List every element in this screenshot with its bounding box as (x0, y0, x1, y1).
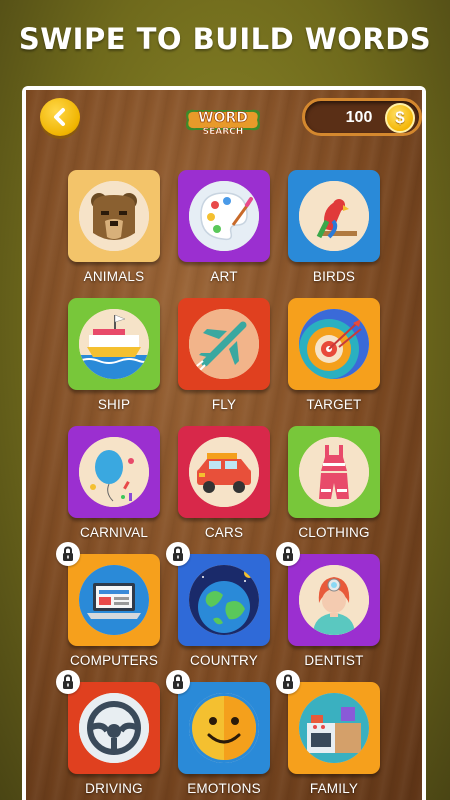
category-label: COUNTRY (190, 653, 258, 668)
category-board: WORD SEARCH 100 $ ANIMALS ART BIRDS SHIP FLY… (26, 90, 422, 800)
lock-icon (283, 546, 293, 561)
category-tile-carnival[interactable] (68, 426, 160, 518)
category-label: DENTIST (304, 653, 364, 668)
lock-icon (63, 674, 73, 689)
category-tile-fly[interactable] (178, 298, 270, 390)
category-tile-country[interactable] (178, 554, 270, 646)
category-label: TARGET (306, 397, 362, 412)
category-label: CLOTHING (298, 525, 370, 540)
lock-badge (56, 542, 80, 566)
category-tile-target[interactable] (288, 298, 380, 390)
globe-icon (189, 565, 259, 635)
palette-icon (189, 181, 259, 251)
category-tile-driving[interactable] (68, 682, 160, 774)
ship-icon (79, 309, 149, 379)
kitchen-icon (299, 693, 369, 763)
chevron-left-icon (54, 108, 65, 126)
logo-search: SEARCH (203, 127, 244, 137)
lock-badge (276, 542, 300, 566)
category-tile-cars[interactable] (178, 426, 270, 518)
category-label: SHIP (97, 397, 131, 412)
category-tile-birds[interactable] (288, 170, 380, 262)
category-tile-art[interactable] (178, 170, 270, 262)
steering-wheel-icon (79, 693, 149, 763)
category-label: DRIVING (85, 781, 143, 796)
lock-badge (166, 542, 190, 566)
bear-icon (79, 181, 149, 251)
word-search-logo: WORD SEARCH (186, 110, 260, 137)
lock-icon (173, 674, 183, 689)
lock-icon (173, 546, 183, 561)
parrot-icon (299, 181, 369, 251)
category-tile-ship[interactable] (68, 298, 160, 390)
coin-icon: $ (385, 103, 415, 133)
category-tile-dentist[interactable] (288, 554, 380, 646)
lock-badge (166, 670, 190, 694)
category-label: EMOTIONS (187, 781, 261, 796)
category-tile-animals[interactable] (68, 170, 160, 262)
category-label: COMPUTERS (69, 653, 159, 668)
laptop-icon (79, 565, 149, 635)
lock-badge (276, 670, 300, 694)
category-label: ART (210, 269, 238, 284)
logo-word: WORD (198, 110, 248, 126)
car-icon (189, 437, 259, 507)
lock-icon (283, 674, 293, 689)
headline: SWIPE TO BUILD WORDS (18, 22, 432, 56)
category-tile-clothing[interactable] (288, 426, 380, 518)
category-tile-family[interactable] (288, 682, 380, 774)
category-label: CARS (204, 525, 244, 540)
category-label: FLY (211, 397, 237, 412)
coin-amount: 100 (345, 109, 373, 126)
dentist-icon (299, 565, 369, 635)
smiley-icon (189, 693, 259, 763)
lock-icon (63, 546, 73, 561)
back-button[interactable] (40, 98, 80, 136)
coin-balance[interactable]: 100 $ (302, 98, 422, 136)
category-label: CARNIVAL (79, 525, 149, 540)
dress-icon (299, 437, 369, 507)
category-tile-emotions[interactable] (178, 682, 270, 774)
category-label: FAMILY (309, 781, 359, 796)
lock-badge (56, 670, 80, 694)
category-label: ANIMALS (83, 269, 145, 284)
category-tile-computers[interactable] (68, 554, 160, 646)
balloon-icon (79, 437, 149, 507)
category-label: BIRDS (312, 269, 356, 284)
airplane-icon (189, 309, 259, 379)
target-icon (299, 309, 369, 379)
